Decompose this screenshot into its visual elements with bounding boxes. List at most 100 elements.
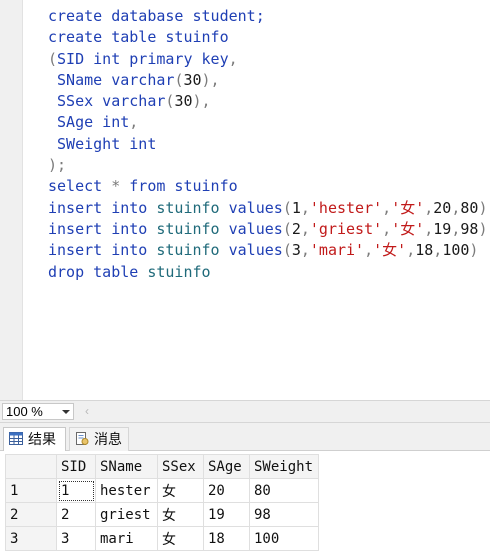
grid-corner[interactable]: [5, 454, 57, 479]
tab-results[interactable]: 结果: [3, 427, 66, 451]
code-line[interactable]: SSex varchar(30),: [48, 91, 487, 112]
zoom-value: 100 %: [6, 404, 43, 419]
code-token: ,: [129, 113, 139, 132]
code-token: stuinfo: [147, 262, 211, 281]
code-token: 18: [415, 241, 434, 260]
tab-results-label: 结果: [28, 431, 56, 447]
table-row[interactable]: 1 1 hester 女 20 80: [5, 478, 319, 503]
code-line[interactable]: SAge int,: [48, 112, 487, 133]
code-token: (: [282, 241, 292, 260]
gutter-divider: [22, 0, 23, 400]
code-token: ): [469, 241, 479, 260]
column-header-sid[interactable]: SID: [56, 454, 96, 479]
cell-sname[interactable]: griest: [95, 502, 158, 527]
zoom-dropdown[interactable]: 100 %: [2, 403, 74, 420]
table-row[interactable]: 3 3 mari 女 18 100: [5, 526, 319, 551]
code-token: ),: [201, 70, 220, 89]
code-token: (: [282, 198, 292, 217]
code-line[interactable]: create database student;: [48, 6, 487, 27]
code-line[interactable]: create table stuinfo: [48, 27, 487, 48]
row-number[interactable]: 3: [5, 526, 57, 551]
cell-sage[interactable]: 20: [203, 478, 250, 503]
code-token: values: [228, 219, 283, 238]
code-token: 100: [442, 241, 470, 260]
code-token: 1: [291, 198, 301, 217]
code-token: 2: [291, 219, 301, 238]
tab-messages[interactable]: 消息: [69, 427, 129, 451]
code-token: *: [111, 177, 130, 196]
cell-sage[interactable]: 18: [203, 526, 250, 551]
code-token: ,: [424, 219, 434, 238]
code-token: '女': [391, 219, 425, 238]
code-token: ,: [300, 198, 310, 217]
code-line[interactable]: select * from stuinfo: [48, 176, 487, 197]
code-token: (: [48, 49, 58, 68]
code-token: ): [478, 219, 488, 238]
cell-sweight[interactable]: 100: [249, 526, 319, 551]
code-line[interactable]: insert into stuinfo values(3,'mari','女',…: [48, 240, 487, 261]
code-token: SID int primary key: [57, 49, 229, 68]
code-token: '女': [373, 241, 407, 260]
code-token: SSex varchar: [48, 92, 166, 111]
code-token: ,: [382, 219, 392, 238]
results-grid[interactable]: SID SName SSex SAge SWeight 1 1 hester 女…: [5, 454, 319, 551]
code-token: 19: [433, 219, 452, 238]
row-number[interactable]: 1: [5, 478, 57, 503]
cell-sname[interactable]: mari: [95, 526, 158, 551]
code-token: SAge int: [48, 113, 130, 132]
code-token: SWeight int: [48, 134, 157, 153]
column-header-ssex[interactable]: SSex: [157, 454, 204, 479]
code-token: create database student;: [48, 7, 265, 25]
code-token: ,: [382, 198, 392, 217]
cell-sweight[interactable]: 98: [249, 502, 319, 527]
column-header-sname[interactable]: SName: [95, 454, 158, 479]
message-doc-icon: [76, 432, 89, 445]
tab-messages-label: 消息: [94, 431, 122, 447]
row-number[interactable]: 2: [5, 502, 57, 527]
cell-ssex[interactable]: 女: [157, 478, 204, 503]
cell-ssex[interactable]: 女: [157, 502, 204, 527]
cell-sid[interactable]: 2: [56, 502, 96, 527]
code-token: );: [48, 156, 67, 175]
code-token: values: [228, 241, 283, 260]
cell-sage[interactable]: 19: [203, 502, 250, 527]
code-token: values: [228, 198, 283, 217]
code-token: ),: [192, 92, 211, 111]
code-token: '女': [391, 198, 425, 217]
code-line[interactable]: );: [48, 155, 487, 176]
code-token: ,: [364, 241, 374, 260]
code-token: ,: [300, 219, 310, 238]
code-line[interactable]: (SID int primary key,: [48, 49, 487, 70]
code-token: ): [478, 198, 488, 217]
cell-sname[interactable]: hester: [95, 478, 158, 503]
code-token: ,: [433, 241, 443, 260]
code-line[interactable]: drop table stuinfo: [48, 262, 487, 283]
chevron-left-icon[interactable]: ‹: [80, 403, 94, 420]
code-token: insert into: [48, 241, 157, 260]
column-header-sweight[interactable]: SWeight: [249, 454, 319, 479]
column-header-sage[interactable]: SAge: [203, 454, 250, 479]
cell-sid[interactable]: 3: [56, 526, 96, 551]
cell-sweight[interactable]: 80: [249, 478, 319, 503]
code-token: 'hester': [309, 198, 383, 217]
code-token: ,: [424, 198, 434, 217]
grid-icon: [9, 432, 23, 445]
code-area[interactable]: create database student; create table stu…: [48, 6, 487, 283]
code-line[interactable]: insert into stuinfo values(1,'hester','女…: [48, 198, 487, 219]
chevron-down-icon[interactable]: [62, 410, 70, 414]
code-token: stuinfo: [156, 241, 229, 260]
code-line[interactable]: SWeight int: [48, 134, 487, 155]
code-line[interactable]: SName varchar(30),: [48, 70, 487, 91]
code-line[interactable]: insert into stuinfo values(2,'griest','女…: [48, 219, 487, 240]
code-token: ,: [228, 49, 238, 68]
zoom-bar: 100 % ‹: [0, 400, 490, 423]
code-token: ,: [300, 241, 310, 260]
cell-sid[interactable]: 1: [56, 478, 96, 503]
results-grid-area: SID SName SSex SAge SWeight 1 1 hester 女…: [0, 451, 490, 557]
query-editor[interactable]: create database student; create table stu…: [0, 0, 490, 400]
code-token: ,: [406, 241, 416, 260]
cell-ssex[interactable]: 女: [157, 526, 204, 551]
table-row[interactable]: 2 2 griest 女 19 98: [5, 502, 319, 527]
code-token: (: [282, 219, 292, 238]
code-token: 'mari': [309, 241, 365, 260]
